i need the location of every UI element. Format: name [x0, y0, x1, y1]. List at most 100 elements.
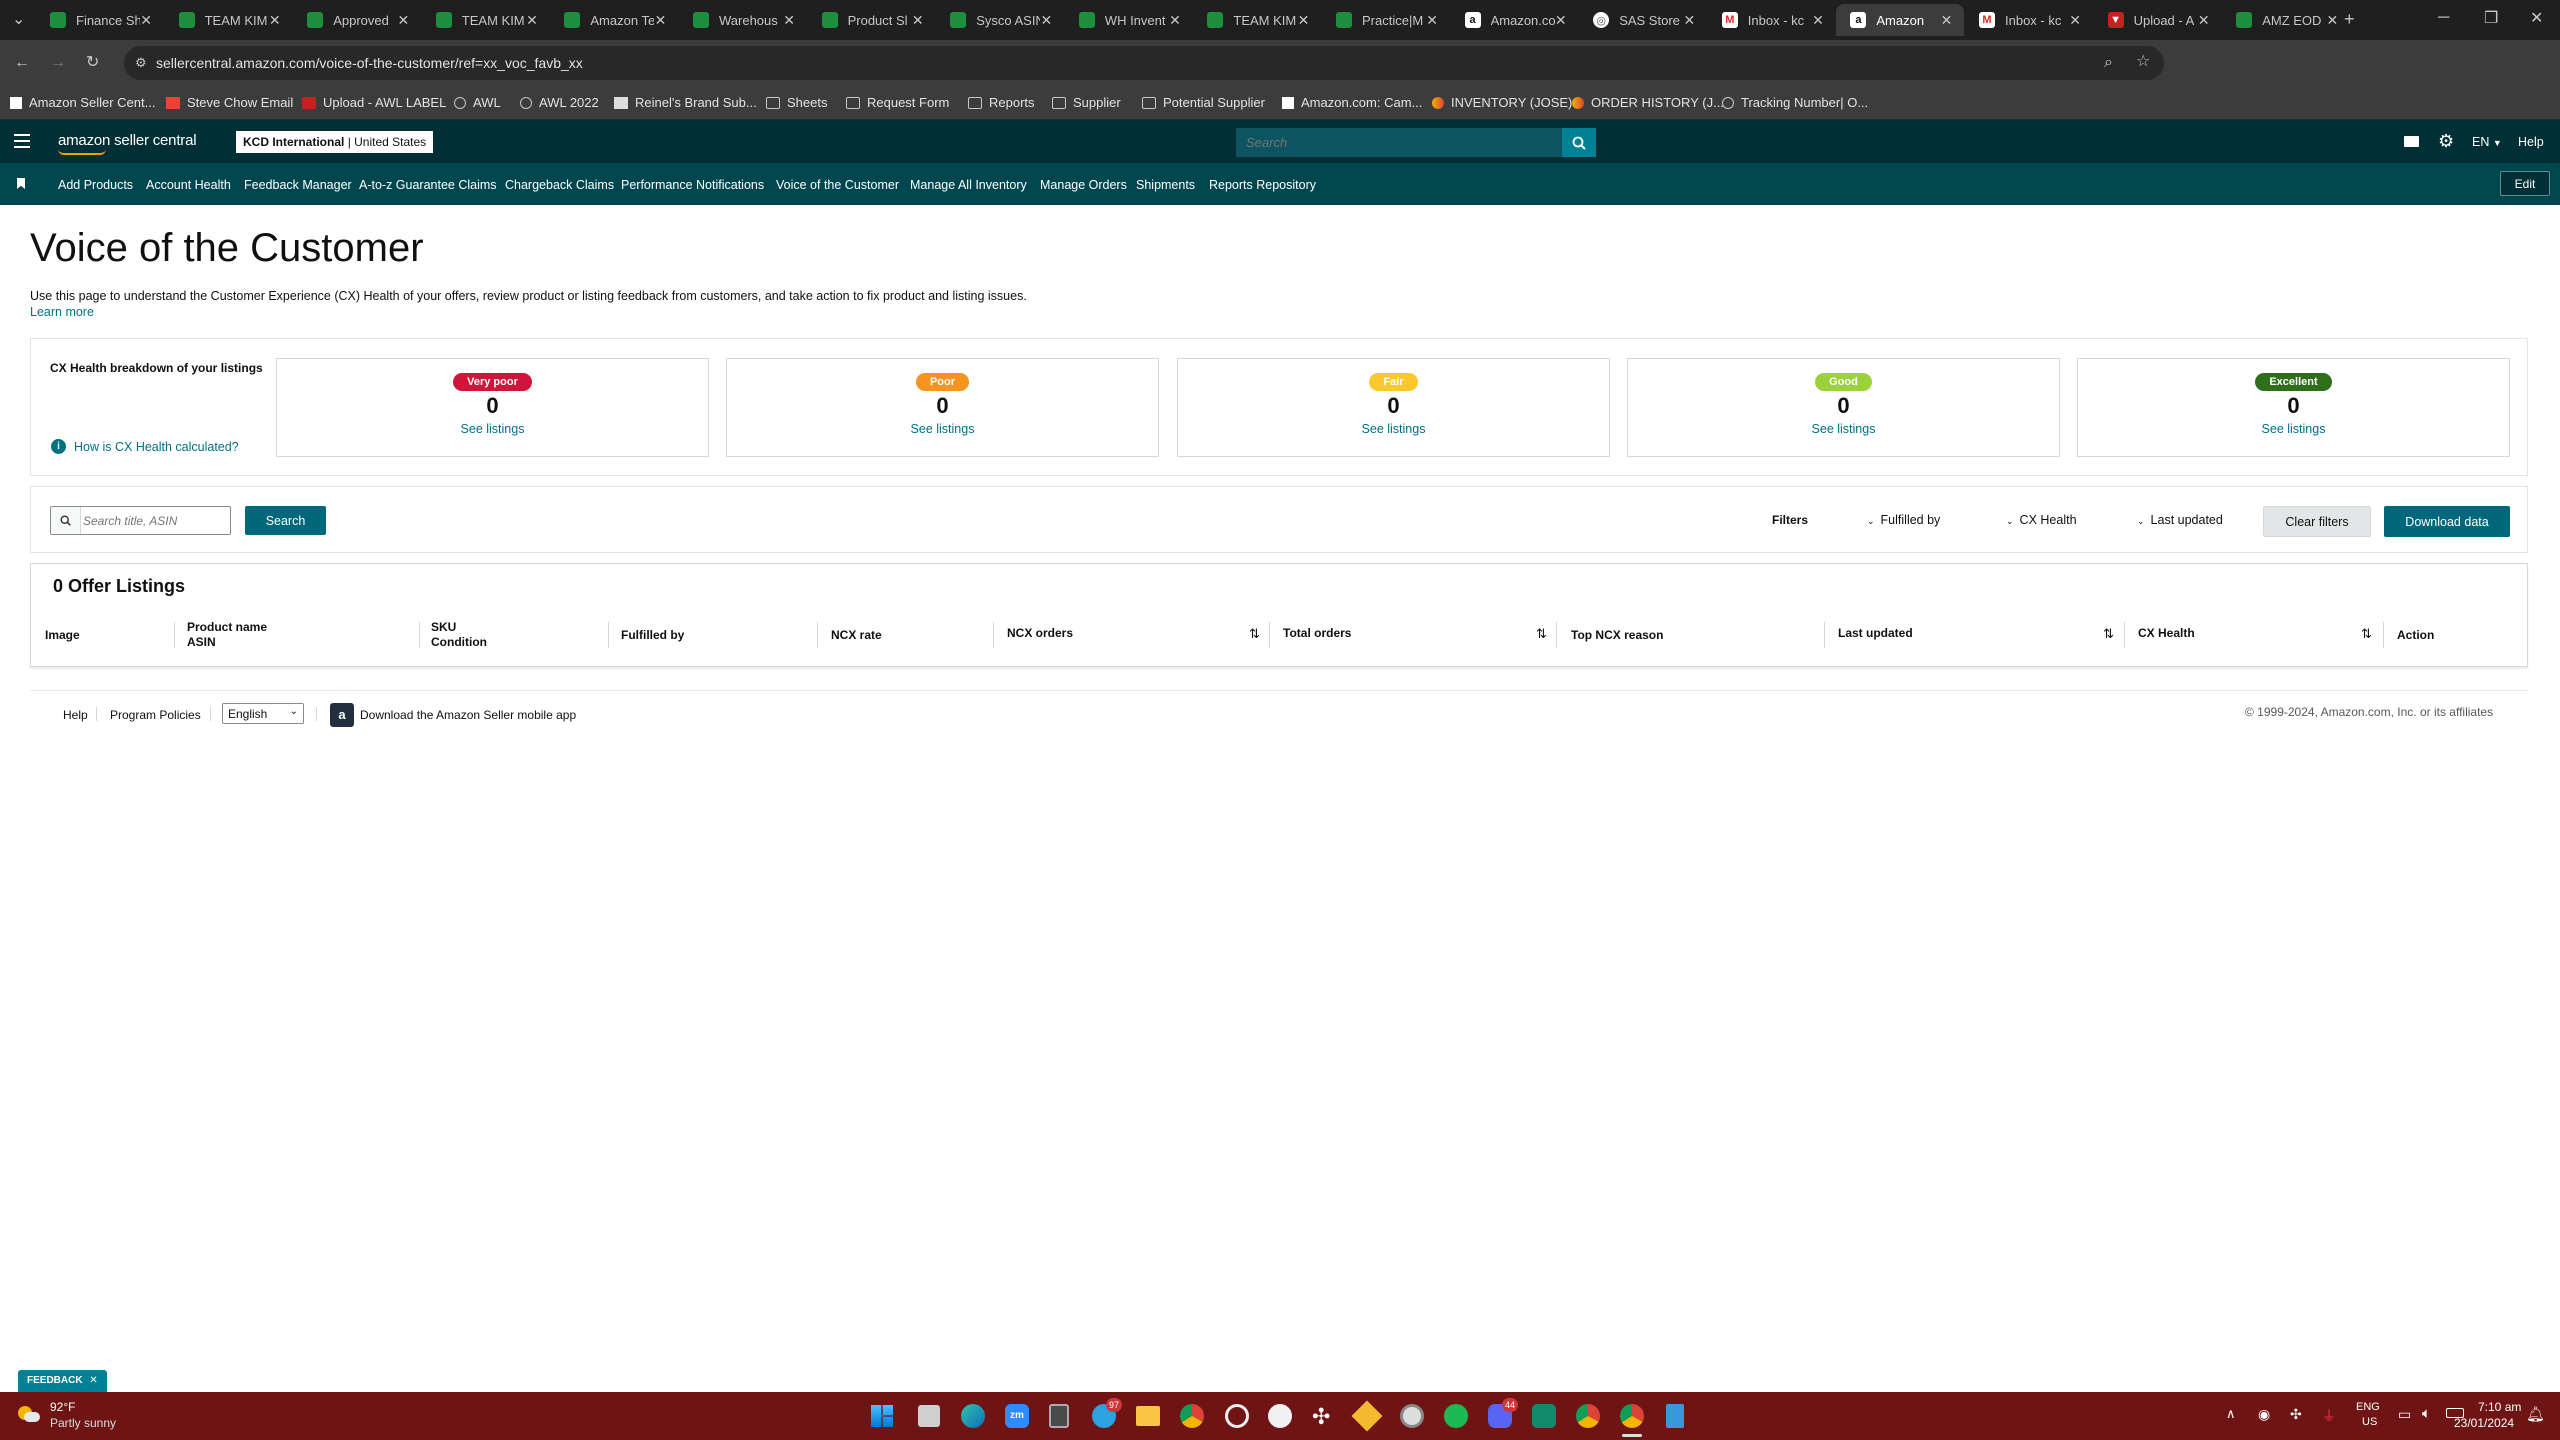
site-info-icon[interactable]: ⚙ [135, 55, 147, 71]
close-tab-icon[interactable]: ✕ [1683, 12, 1695, 29]
edge-icon[interactable] [961, 1404, 985, 1428]
chrome-active-icon[interactable] [1620, 1404, 1644, 1428]
close-tab-icon[interactable]: ✕ [783, 12, 795, 29]
feedback-button[interactable]: FEEDBACK ✕ [18, 1370, 107, 1392]
input-language[interactable]: ENG [2356, 1401, 2380, 1413]
reload-icon[interactable]: ↻ [86, 55, 99, 71]
sort-icon[interactable]: ⇅ [1536, 626, 1547, 642]
url-text[interactable]: sellercentral.amazon.com/voice-of-the-cu… [156, 55, 583, 71]
col-last-updated[interactable]: Last updated [1838, 626, 1913, 641]
close-tab-icon[interactable]: ✕ [1040, 12, 1052, 29]
notepad-icon[interactable] [1666, 1404, 1684, 1428]
col-cx-health[interactable]: CX Health [2138, 626, 2195, 641]
nav-feedback-manager[interactable]: Feedback Manager [244, 178, 352, 192]
spotify-icon[interactable] [1444, 1404, 1468, 1428]
seller-search-button[interactable] [1562, 128, 1596, 157]
bookmark-item[interactable]: Request Form [846, 95, 949, 110]
browser-tab[interactable]: ◎ SAS Store ✕ [1579, 4, 1707, 36]
browser-tab[interactable]: Product Sl ✕ [808, 4, 936, 36]
edit-nav-button[interactable]: Edit [2500, 171, 2550, 196]
chrome-icon[interactable] [1180, 1404, 1204, 1428]
program-policies-link[interactable]: Program Policies [110, 708, 201, 722]
volume-icon[interactable]: 🔈︎ [2422, 1405, 2431, 1422]
network-icon[interactable]: ▭ [2398, 1406, 2411, 1423]
nav-add-products[interactable]: Add Products [58, 178, 133, 192]
nav-chargeback-claims[interactable]: Chargeback Claims [505, 178, 614, 192]
close-tab-icon[interactable]: ✕ [526, 12, 538, 29]
steam-icon[interactable] [1225, 1404, 1249, 1428]
sort-icon[interactable]: ⇅ [2361, 626, 2372, 642]
bookmark-item[interactable]: Reinel's Brand Sub... [614, 95, 757, 110]
listing-search-input[interactable] [83, 510, 227, 531]
bookmark-item[interactable]: Amazon Seller Cent... [10, 95, 155, 110]
grid-app-icon[interactable] [1532, 1404, 1556, 1428]
tray-chevron-icon[interactable]: ∧ [2226, 1406, 2236, 1422]
browser-tab[interactable]: Finance Sh ✕ [36, 4, 164, 36]
file-viewer-icon[interactable] [918, 1405, 940, 1427]
file-explorer-icon[interactable] [1136, 1406, 1160, 1426]
forward-icon[interactable]: → [50, 55, 66, 71]
nav-manage-all-inventory[interactable]: Manage All Inventory [910, 178, 1027, 192]
tray-microphone-icon[interactable]: ⏚ [2322, 1406, 2336, 1426]
input-region[interactable]: US [2362, 1416, 2377, 1428]
browser-tab[interactable]: a Amazon ✕ [1836, 4, 1965, 36]
bookmark-item[interactable]: INVENTORY (JOSE) [1432, 95, 1572, 110]
learn-more-link[interactable]: Learn more [30, 305, 94, 319]
nav-manage-orders[interactable]: Manage Orders [1040, 178, 1127, 192]
browser-tab[interactable]: TEAM KIM ✕ [422, 4, 550, 36]
browser-tab[interactable]: Practice|M ✕ [1322, 4, 1450, 36]
close-tab-icon[interactable]: ✕ [397, 12, 409, 29]
seller-search-input[interactable] [1236, 128, 1562, 157]
browser-tab[interactable]: a Amazon.co ✕ [1451, 4, 1579, 36]
seller-central-logo[interactable]: amazon seller central [58, 132, 197, 149]
close-tab-icon[interactable]: ✕ [1555, 12, 1567, 29]
chrome-profile-icon[interactable] [1576, 1404, 1600, 1428]
amazon-app-icon[interactable]: a [330, 703, 354, 727]
see-listings-link-good[interactable]: See listings [1628, 422, 2059, 436]
browser-tab[interactable]: TEAM KIM ✕ [1193, 4, 1321, 36]
browser-tab[interactable]: M Inbox - kc ✕ [1965, 4, 2093, 36]
zoom-app-icon[interactable]: zm [1005, 1404, 1029, 1428]
bookmark-item[interactable]: AWL [454, 95, 501, 110]
clock-app-icon[interactable] [1400, 1404, 1424, 1428]
bookmark-item[interactable]: Upload - AWL LABEL [302, 95, 446, 110]
bookmark-item[interactable]: ORDER HISTORY (J... [1572, 95, 1724, 110]
close-tab-icon[interactable]: ✕ [2069, 12, 2081, 29]
settings-gear-icon[interactable]: ⚙ [2438, 131, 2454, 152]
close-tab-icon[interactable]: ✕ [1169, 12, 1181, 29]
clock-date[interactable]: 23/01/2024 [2454, 1416, 2514, 1430]
fulfilled-by-filter[interactable]: ⌄ Fulfilled by [1867, 513, 1940, 527]
weather-icon[interactable] [18, 1406, 40, 1424]
mobile-app-link[interactable]: Download the Amazon Seller mobile app [360, 708, 576, 722]
address-bar[interactable]: ⚙ sellercentral.amazon.com/voice-of-the-… [124, 46, 2164, 80]
close-tab-icon[interactable]: ✕ [1426, 12, 1438, 29]
tray-steam-icon[interactable]: ◉ [2258, 1406, 2270, 1423]
store-selector[interactable]: KCD International | United States [236, 131, 434, 153]
weather-desc[interactable]: Partly sunny [50, 1416, 116, 1430]
browser-tab[interactable]: Warehous ✕ [679, 4, 807, 36]
back-icon[interactable]: ← [14, 55, 30, 71]
bookmark-pin-icon[interactable] [17, 178, 25, 189]
download-data-button[interactable]: Download data [2384, 506, 2510, 537]
see-listings-link-poor[interactable]: See listings [727, 422, 1158, 436]
bookmark-star-icon[interactable]: ☆ [2136, 54, 2150, 70]
start-icon[interactable] [871, 1405, 893, 1427]
col-ncx-orders[interactable]: NCX orders [1007, 626, 1073, 641]
nav-a-to-z-claims[interactable]: A-to-z Guarantee Claims [359, 178, 497, 192]
bookmark-item[interactable]: Steve Chow Email [166, 95, 293, 110]
close-tab-icon[interactable]: ✕ [1812, 12, 1824, 29]
bookmark-item[interactable]: Potential Supplier [1142, 95, 1265, 110]
close-tab-icon[interactable]: ✕ [1298, 12, 1310, 29]
tray-bluetooth-icon[interactable]: ✣ [2290, 1406, 2302, 1423]
minimize-icon[interactable]: ─ [2438, 10, 2449, 26]
browser-tab[interactable]: ▼ Upload - A ✕ [2094, 4, 2222, 36]
sort-icon[interactable]: ⇅ [1249, 626, 1260, 642]
calculator-icon[interactable] [1049, 1404, 1069, 1428]
bookmark-item[interactable]: AWL 2022 [520, 95, 599, 110]
mail-icon[interactable] [2404, 136, 2419, 147]
nav-account-health[interactable]: Account Health [146, 178, 231, 192]
restore-icon[interactable]: ❐ [2484, 11, 2498, 27]
browser-tab[interactable]: M Inbox - kc ✕ [1708, 4, 1836, 36]
new-tab-icon[interactable]: + [2344, 10, 2355, 28]
last-updated-filter[interactable]: ⌄ Last updated [2137, 513, 2223, 527]
